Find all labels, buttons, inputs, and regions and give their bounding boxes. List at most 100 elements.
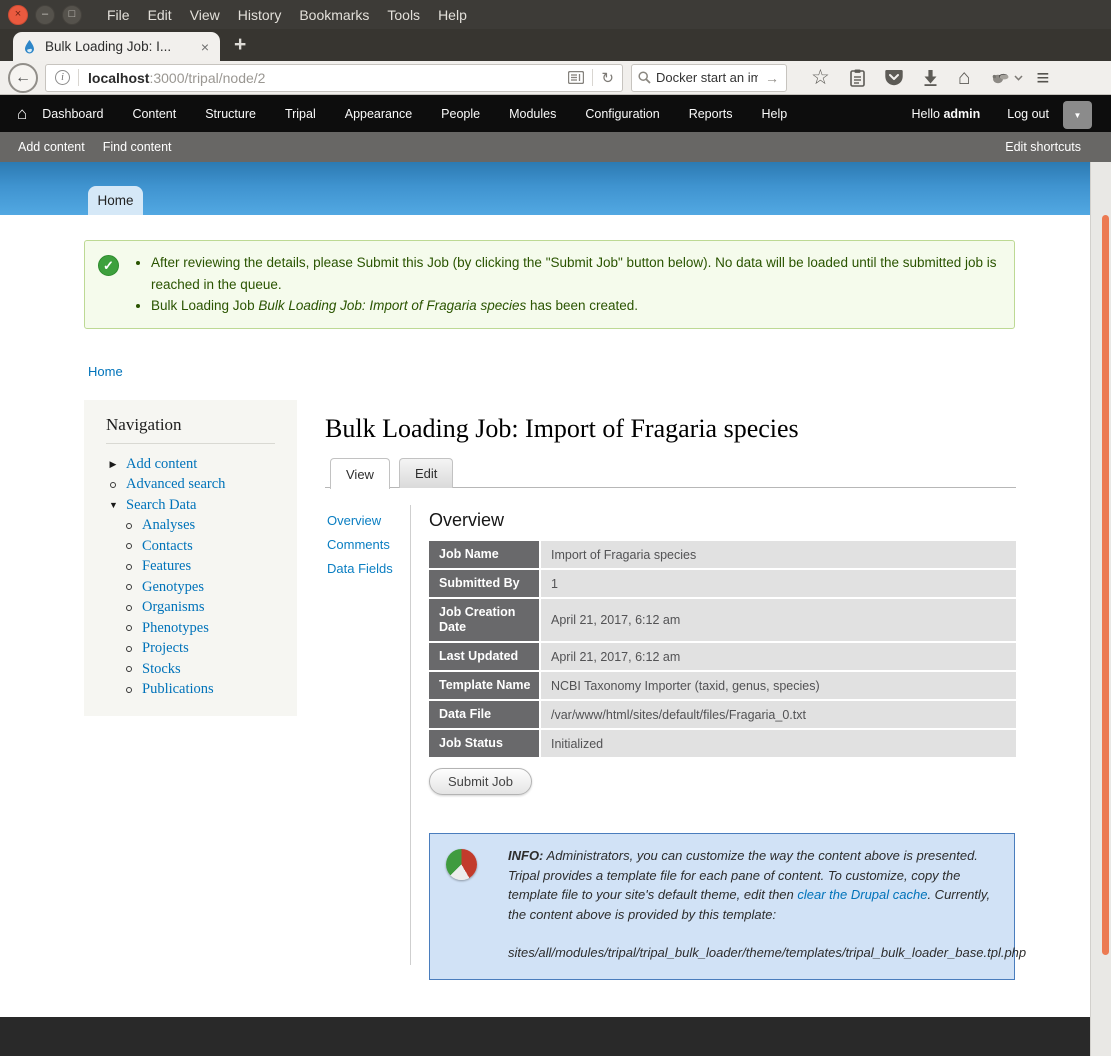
subnav-data-fields-link[interactable]: Data Fields	[327, 561, 393, 576]
sidebar-link[interactable]: Projects	[142, 640, 189, 657]
admin-menu-dashboard[interactable]: Dashboard	[42, 107, 103, 121]
navigation-title: Navigation	[106, 415, 297, 435]
username: admin	[943, 107, 980, 121]
tab-edit[interactable]: Edit	[399, 458, 453, 488]
search-field[interactable]: Docker start an image →	[631, 64, 787, 92]
bookmarks-menu-icon[interactable]	[850, 69, 865, 87]
sidebar-link[interactable]: Phenotypes	[142, 620, 209, 637]
sidebar-item-advanced-search[interactable]: Advanced search	[84, 475, 297, 496]
status-message-item: Bulk Loading Job Bulk Loading Job: Impor…	[151, 295, 1002, 317]
sidebar-link[interactable]: Genotypes	[142, 579, 204, 596]
sidebar-item-stocks[interactable]: Stocks	[84, 659, 297, 680]
clear-cache-link[interactable]: clear the Drupal cache	[797, 887, 927, 902]
leaf-bullet-icon	[126, 687, 132, 693]
chevron-down-icon[interactable]	[1014, 75, 1023, 81]
sidebar-link[interactable]: Organisms	[142, 599, 205, 616]
tab-close-icon[interactable]: ×	[199, 39, 211, 55]
admin-menu-configuration[interactable]: Configuration	[585, 107, 659, 121]
sidebar-link[interactable]: Advanced search	[126, 476, 225, 493]
sidebar-link[interactable]: Analyses	[142, 517, 195, 534]
sidebar-item-add-content[interactable]: ▶ Add content	[84, 454, 297, 475]
admin-home-icon[interactable]: ⌂	[17, 104, 27, 124]
menu-file[interactable]: File	[98, 7, 139, 23]
shortcut-find-content[interactable]: Find content	[103, 140, 172, 154]
leaf-bullet-icon	[126, 605, 132, 611]
logout-link[interactable]: Log out	[1007, 107, 1049, 121]
sidebar-link[interactable]: Contacts	[142, 538, 193, 555]
admin-menu-people[interactable]: People	[441, 107, 480, 121]
admin-menu-tripal[interactable]: Tripal	[285, 107, 316, 121]
site-home-tab[interactable]: Home	[88, 186, 143, 215]
site-info-icon[interactable]: i	[55, 70, 70, 85]
sidebar-link[interactable]: Search Data	[126, 497, 196, 514]
sidebar-item-features[interactable]: Features	[84, 557, 297, 578]
menu-hamburger-icon[interactable]: ≡	[1037, 65, 1049, 91]
back-button[interactable]: ←	[8, 63, 38, 93]
admin-menu-reports[interactable]: Reports	[689, 107, 733, 121]
reader-mode-icon[interactable]	[560, 71, 592, 84]
sidebar-link[interactable]: Add content	[126, 456, 197, 473]
search-go-icon[interactable]: →	[765, 70, 779, 86]
menu-history[interactable]: History	[229, 7, 291, 23]
breadcrumb-home-link[interactable]: Home	[88, 364, 123, 379]
shortcut-add-content[interactable]: Add content	[18, 140, 85, 154]
row-value: 1	[541, 570, 1016, 597]
row-label: Last Updated	[429, 643, 539, 670]
table-row: Job Creation Date April 21, 2017, 6:12 a…	[429, 599, 1016, 641]
admin-menu-content[interactable]: Content	[132, 107, 176, 121]
sidebar-item-genotypes[interactable]: Genotypes	[84, 577, 297, 598]
url-text[interactable]: localhost:3000/tripal/node/2	[88, 70, 265, 86]
window-maximize-icon[interactable]: □	[62, 5, 82, 25]
menu-bookmarks[interactable]: Bookmarks	[290, 7, 378, 23]
submit-job-button[interactable]: Submit Job	[429, 768, 532, 795]
tab-view[interactable]: View	[330, 458, 390, 489]
extension-icon[interactable]	[991, 71, 1010, 85]
download-icon[interactable]	[923, 69, 938, 86]
sidebar-item-organisms[interactable]: Organisms	[84, 598, 297, 619]
sidebar-link[interactable]: Publications	[142, 681, 214, 698]
sidebar-item-publications[interactable]: Publications	[84, 680, 297, 701]
navigation-block: Navigation ▶ Add content Advanced search…	[84, 400, 297, 716]
admin-menu-help[interactable]: Help	[761, 107, 787, 121]
sidebar-item-analyses[interactable]: Analyses	[84, 516, 297, 537]
expanded-arrow-icon[interactable]: ▼	[109, 500, 117, 510]
node-tabs: View Edit	[325, 458, 1016, 488]
sidebar-item-phenotypes[interactable]: Phenotypes	[84, 618, 297, 639]
pane-subnav: Overview Comments Data Fields	[327, 513, 393, 576]
scrollbar-track[interactable]	[1090, 162, 1111, 1056]
divider	[78, 69, 79, 86]
url-bar[interactable]: i localhost:3000/tripal/node/2 ↻	[45, 64, 623, 92]
toolbar-toggle-button[interactable]: ▼	[1063, 101, 1092, 129]
admin-menu-appearance[interactable]: Appearance	[345, 107, 412, 121]
new-tab-button[interactable]: +	[234, 33, 246, 57]
menu-help[interactable]: Help	[429, 7, 476, 23]
scrollbar-thumb[interactable]	[1102, 215, 1109, 955]
subnav-overview-link[interactable]: Overview	[327, 513, 393, 528]
subnav-comments-link[interactable]: Comments	[327, 537, 393, 552]
sidebar-link[interactable]: Stocks	[142, 661, 181, 678]
edit-shortcuts-link[interactable]: Edit shortcuts	[1005, 140, 1081, 154]
window-minimize-icon[interactable]: –	[35, 5, 55, 25]
pocket-icon[interactable]	[885, 69, 903, 86]
sidebar-item-projects[interactable]: Projects	[84, 639, 297, 660]
search-query-text[interactable]: Docker start an image	[656, 70, 758, 85]
menu-tools[interactable]: Tools	[378, 7, 429, 23]
search-icon	[638, 71, 651, 84]
sidebar-item-contacts[interactable]: Contacts	[84, 536, 297, 557]
browser-tab[interactable]: Bulk Loading Job: I... ×	[13, 32, 220, 61]
url-host: localhost	[88, 70, 149, 86]
leaf-bullet-icon	[126, 584, 132, 590]
sidebar-link[interactable]: Features	[142, 558, 191, 575]
admin-menu-modules[interactable]: Modules	[509, 107, 556, 121]
reload-icon[interactable]: ↻	[593, 69, 622, 87]
bookmark-star-icon[interactable]: ☆	[811, 65, 830, 90]
admin-menu-structure[interactable]: Structure	[205, 107, 256, 121]
home-icon[interactable]: ⌂	[958, 66, 971, 90]
menu-view[interactable]: View	[181, 7, 229, 23]
sidebar-item-search-data[interactable]: ▼ Search Data	[84, 495, 297, 516]
menu-edit[interactable]: Edit	[139, 7, 181, 23]
collapsed-arrow-icon[interactable]: ▶	[109, 459, 117, 470]
status-message-item: After reviewing the details, please Subm…	[151, 252, 1002, 295]
row-value: April 21, 2017, 6:12 am	[541, 643, 1016, 670]
window-close-icon[interactable]: ×	[8, 5, 28, 25]
